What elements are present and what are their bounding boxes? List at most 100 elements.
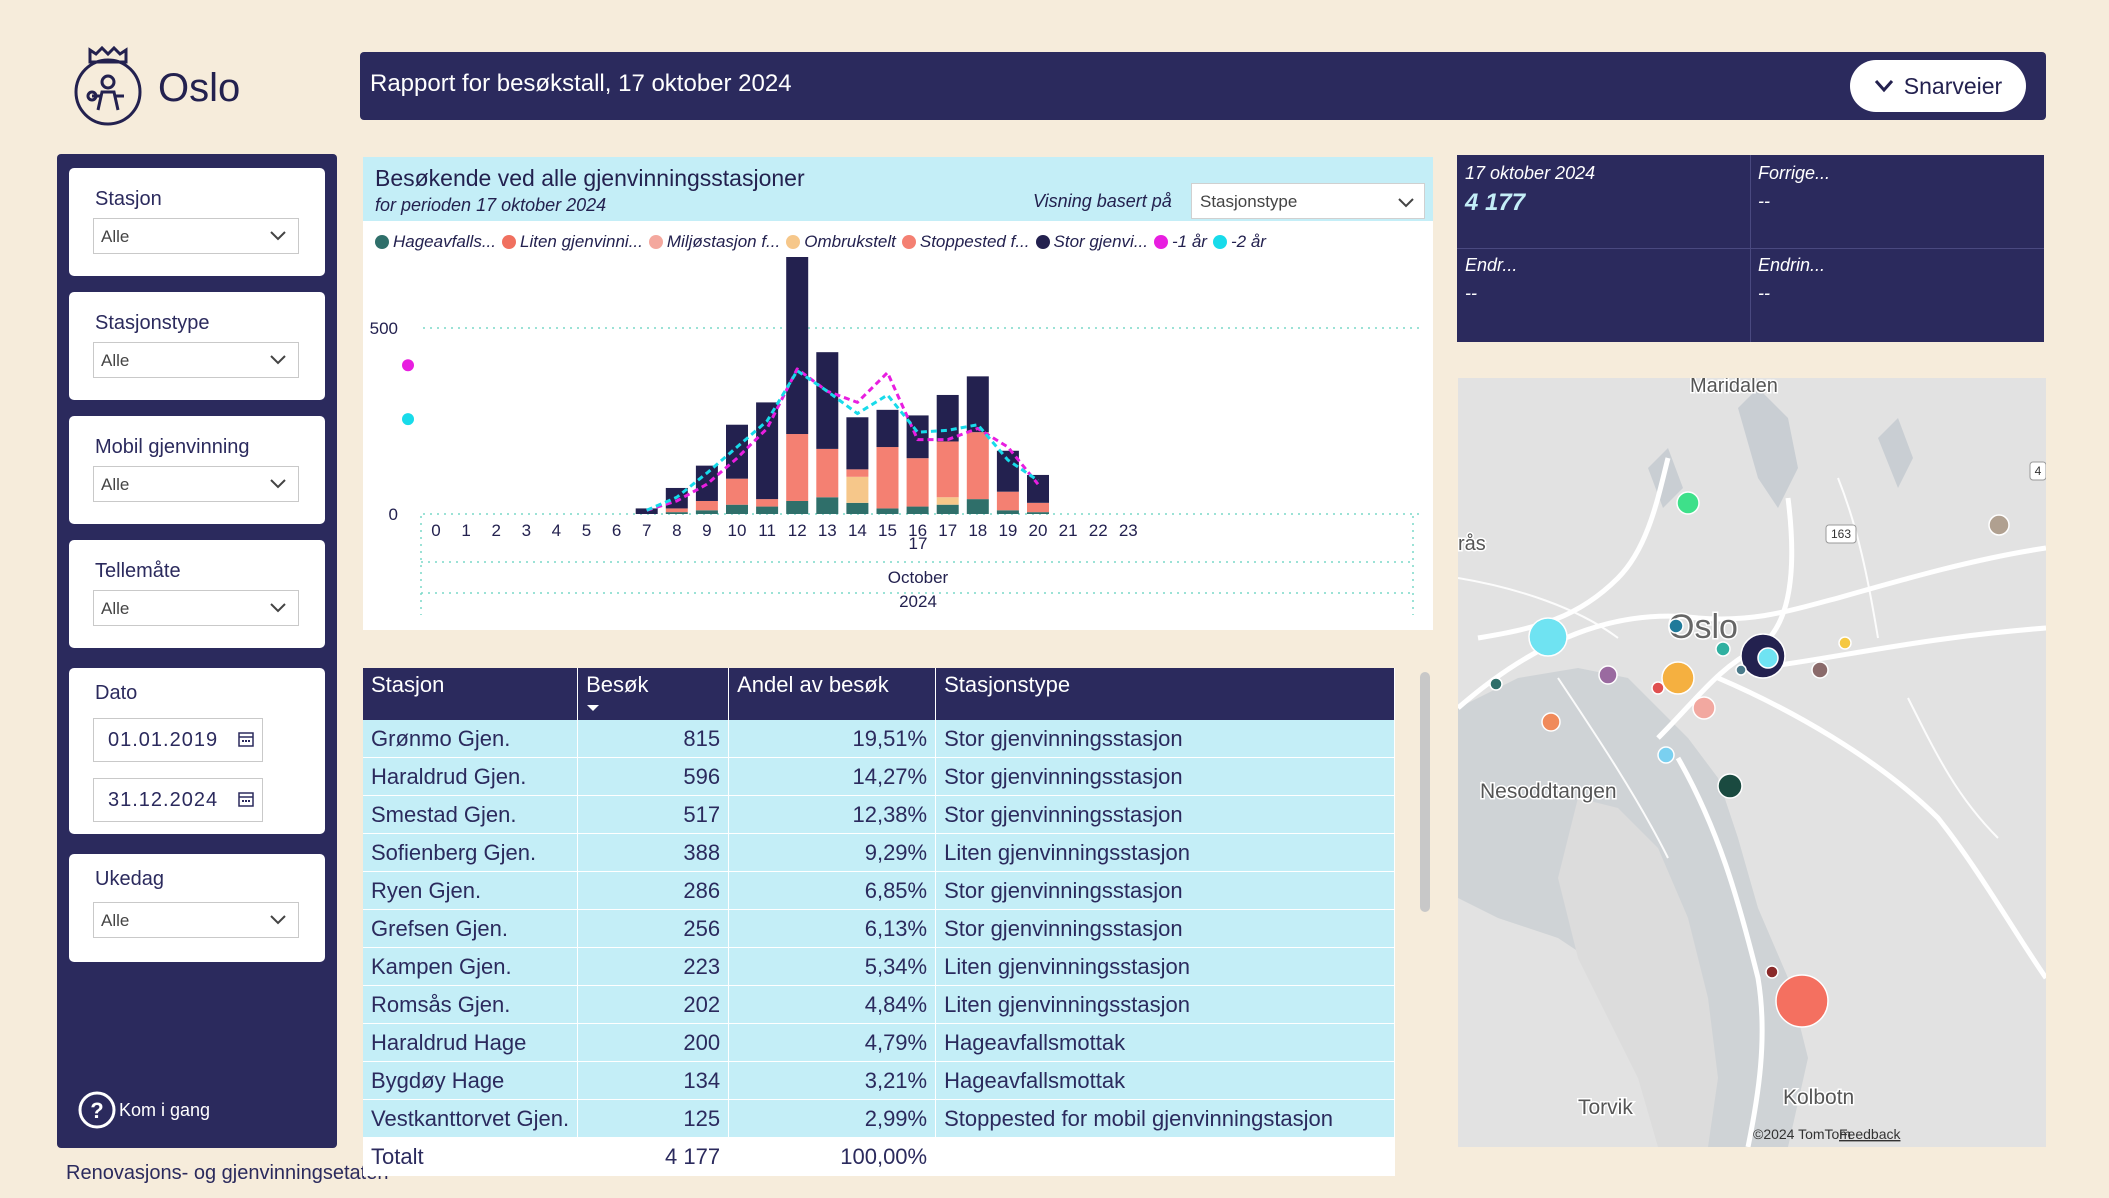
bar-segment [846, 417, 869, 470]
station-bubble[interactable] [1757, 647, 1779, 669]
calendar-icon[interactable] [238, 731, 254, 747]
y-tick-label: 500 [370, 319, 398, 338]
legend-label: Liten gjenvinni... [520, 232, 643, 251]
chart-subtitle: for perioden 17 oktober 2024 [375, 195, 607, 215]
table-scrollbar[interactable] [1420, 672, 1430, 912]
map-canvas[interactable]: 163 4 Maridalen rås Oslo Nesoddtangen To… [1458, 378, 2046, 1147]
station-bubble[interactable] [1668, 618, 1684, 634]
station-bubble[interactable] [1988, 514, 2010, 536]
table-cell: 2,99% [728, 1099, 937, 1138]
table-row[interactable]: Haraldrud Gjen. 596 14,27% Stor gjenvinning… [363, 757, 1395, 796]
station-bubble[interactable] [1651, 681, 1665, 695]
col-header-stasjonstype[interactable]: Stasjonstype [935, 668, 1395, 720]
table-row[interactable]: Sofienberg Gjen. 388 9,29% Liten gjenvinnin… [363, 833, 1395, 872]
table-row[interactable]: Grønmo Gjen. 815 19,51% Stor gjenvinningsst… [363, 720, 1395, 758]
stasjon-dropdown[interactable]: Alle [93, 218, 299, 254]
table-cell: 6,13% [728, 909, 937, 948]
table-cell: 125 [577, 1099, 730, 1138]
table-cell: 223 [577, 947, 730, 986]
legend-item[interactable]: Ombrukstelt [786, 232, 896, 252]
chevron-down-icon [270, 479, 286, 489]
bar-segment [846, 476, 869, 503]
legend-item[interactable]: Stor gjenvi... [1035, 232, 1148, 252]
chevron-down-icon [1874, 80, 1893, 93]
shortcuts-button[interactable]: Snarveier [1850, 60, 2026, 112]
bar-segment [936, 441, 959, 498]
table-row[interactable]: Grefsen Gjen. 256 6,13% Stor gjenvinningsst… [363, 909, 1395, 948]
station-bubble[interactable] [1715, 641, 1731, 657]
date-from-input[interactable]: 01.01.2019 [93, 718, 263, 762]
bar-segment [786, 257, 809, 435]
legend-item[interactable]: Hageavfalls... [375, 232, 496, 252]
get-started-button[interactable]: ? Kom i gang [77, 1090, 210, 1130]
tellemate-dropdown[interactable]: Alle [93, 590, 299, 626]
col-header-besok[interactable]: Besøk [577, 668, 730, 720]
table-cell: Ryen Gjen. [363, 871, 579, 910]
dropdown-value: Alle [101, 227, 130, 246]
sort-desc-icon [587, 705, 600, 711]
table-row[interactable]: Romsås Gjen. 202 4,84% Liten gjenvinningsst… [363, 985, 1395, 1024]
table-row[interactable]: Vestkanttorvet Gjen. 125 2,99% Stoppested f… [363, 1099, 1395, 1138]
kpi-prev-label: Forrige... [1758, 163, 1831, 183]
station-bubble[interactable] [1838, 636, 1852, 650]
table-row[interactable]: Bygdøy Hage 134 3,21% Hageavfallsmottak [363, 1061, 1395, 1100]
legend-swatch [502, 235, 516, 249]
mobil-gjenvinning-dropdown[interactable]: Alle [93, 466, 299, 502]
ukedag-dropdown[interactable]: Alle [93, 902, 299, 938]
station-bubble[interactable] [1528, 617, 1568, 657]
table-cell: Haraldrud Gjen. [363, 757, 579, 796]
station-map[interactable]: 163 4 Maridalen rås Oslo Nesoddtangen To… [1458, 378, 2046, 1147]
table-cell: 3,21% [728, 1061, 937, 1100]
slicer-stasjonstype: Stasjonstype Alle [69, 292, 325, 400]
station-table: Stasjon Besøk Andel av besøk Stasjonstyp… [363, 668, 1433, 1176]
x-tick-label: 6 [612, 521, 621, 540]
slicer-dato: Dato 01.01.2019 31.12.2024 [69, 668, 325, 834]
legend-item[interactable]: -1 år [1154, 232, 1207, 252]
report-header: Rapport for besøkstall, 17 oktober 2024 … [360, 52, 2046, 120]
col-header-stasjon[interactable]: Stasjon [363, 668, 579, 720]
station-bubble[interactable] [1541, 712, 1561, 732]
col-header-andel[interactable]: Andel av besøk [728, 668, 937, 720]
x-group-label: 17 [909, 534, 928, 553]
table-row[interactable]: Smestad Gjen. 517 12,38% Stor gjenvinningss… [363, 795, 1395, 834]
slicer-label: Stasjonstype [95, 312, 210, 334]
bar-segment [876, 409, 899, 448]
table-total-cell: Totalt [363, 1137, 579, 1176]
station-bubble[interactable] [1735, 664, 1747, 676]
station-bubble[interactable] [1489, 677, 1503, 691]
legend-item[interactable]: -2 år [1212, 232, 1266, 252]
map-feedback-link[interactable]: Feedback [1839, 1126, 1901, 1142]
table-cell: Hageavfallsmottak [935, 1061, 1395, 1100]
table-row[interactable]: Haraldrud Hage 200 4,79% Hageavfallsmottak [363, 1023, 1395, 1062]
station-bubble[interactable] [1692, 696, 1716, 720]
bar-segment [665, 508, 688, 513]
bar-segment [876, 447, 899, 509]
station-bubble[interactable] [1598, 665, 1618, 685]
calendar-icon[interactable] [238, 791, 254, 807]
bar-segment [936, 497, 959, 505]
date-to-input[interactable]: 31.12.2024 [93, 778, 263, 822]
station-bubble[interactable] [1676, 491, 1700, 515]
table-row[interactable]: Kampen Gjen. 223 5,34% Liten gjenvinningsst… [363, 947, 1395, 986]
station-bubble[interactable] [1661, 661, 1695, 695]
table-cell: Haraldrud Hage [363, 1023, 579, 1062]
station-bubble[interactable] [1775, 974, 1829, 1028]
map-label: rås [1458, 533, 1486, 555]
station-bubble[interactable] [1765, 965, 1779, 979]
table-cell: 202 [577, 985, 730, 1024]
legend-item[interactable]: Liten gjenvinni... [502, 232, 643, 252]
bar-segment [786, 434, 809, 501]
stasjonstype-dropdown[interactable]: Alle [93, 342, 299, 378]
dropdown-value: Alle [101, 599, 130, 618]
table-cell: Smestad Gjen. [363, 795, 579, 834]
view-dropdown[interactable]: Stasjonstype [1191, 183, 1425, 219]
legend-item[interactable]: Stoppested f... [901, 232, 1030, 252]
kpi-divider [1457, 248, 2044, 249]
table-row[interactable]: Ryen Gjen. 286 6,85% Stor gjenvinningsstasj… [363, 871, 1395, 910]
station-bubble[interactable] [1717, 773, 1743, 799]
legend-item[interactable]: Miljøstasjon f... [648, 232, 780, 252]
bar-segment [996, 491, 1019, 511]
table-cell: 9,29% [728, 833, 937, 872]
station-bubble[interactable] [1811, 661, 1829, 679]
station-bubble[interactable] [1657, 746, 1675, 764]
